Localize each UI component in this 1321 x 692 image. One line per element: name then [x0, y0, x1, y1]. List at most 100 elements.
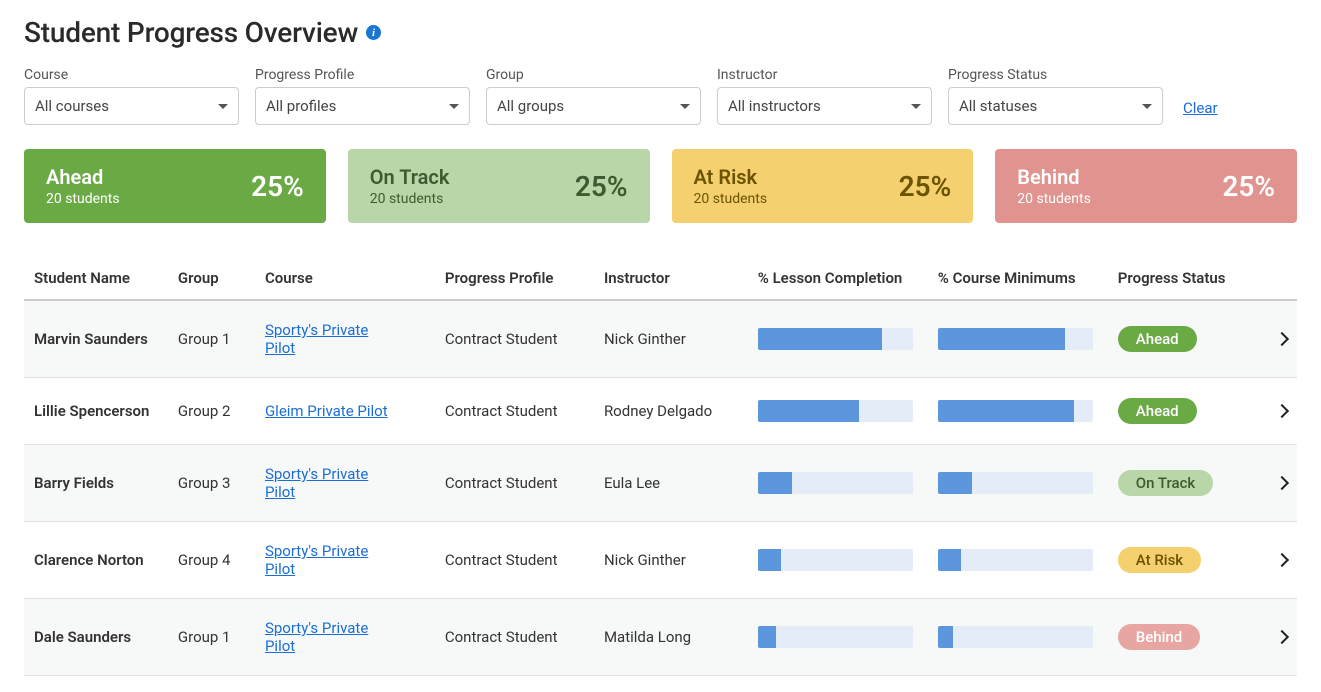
- filter-group-value: All groups: [497, 97, 564, 115]
- filter-instructor-value: All instructors: [728, 97, 821, 115]
- cell-profile: Contract Student: [435, 300, 594, 378]
- chevron-right-icon[interactable]: [1275, 332, 1289, 346]
- table-row[interactable]: Barry FieldsGroup 3 Sporty's Private Pilo…: [24, 445, 1297, 522]
- filter-group-group: Group All groups: [486, 67, 701, 125]
- filter-instructor-select[interactable]: All instructors: [717, 87, 932, 125]
- status-badge: Ahead: [1118, 398, 1197, 424]
- filter-instructor-group: Instructor All instructors: [717, 67, 932, 125]
- chevron-right-icon[interactable]: [1275, 404, 1289, 418]
- filter-instructor-label: Instructor: [717, 67, 932, 83]
- cell-group: Group 1: [168, 300, 255, 378]
- filter-course-value: All courses: [35, 97, 109, 115]
- summary-ontrack-pct: 25%: [575, 170, 628, 203]
- col-instructor[interactable]: Instructor: [594, 257, 748, 300]
- col-minimums[interactable]: % Course Minimums: [928, 257, 1108, 300]
- summary-behind-sub: 20 students: [1017, 191, 1091, 207]
- status-badge: Behind: [1118, 624, 1200, 650]
- cell-student: Dale Saunders: [24, 599, 168, 676]
- col-group[interactable]: Group: [168, 257, 255, 300]
- col-profile[interactable]: Progress Profile: [435, 257, 594, 300]
- minimums-progress-bar: [938, 472, 1093, 494]
- course-link[interactable]: Sporty's Private Pilot: [265, 542, 395, 578]
- filter-group-select[interactable]: All groups: [486, 87, 701, 125]
- summary-card-atrisk[interactable]: At Risk 20 students 25%: [672, 149, 974, 223]
- filter-profile-value: All profiles: [266, 97, 336, 115]
- summary-ahead-sub: 20 students: [46, 191, 120, 207]
- minimums-progress-bar: [938, 400, 1093, 422]
- filter-group-label: Group: [486, 67, 701, 83]
- cell-profile: Contract Student: [435, 522, 594, 599]
- caret-down-icon: [680, 104, 690, 109]
- student-progress-table: Student Name Group Course Progress Profi…: [24, 257, 1297, 676]
- summary-ahead-title: Ahead: [46, 165, 120, 189]
- table-row[interactable]: Dale SaundersGroup 1 Sporty's Private Pil…: [24, 599, 1297, 676]
- filter-status-value: All statuses: [959, 97, 1037, 115]
- cell-student: Marvin Saunders: [24, 300, 168, 378]
- summary-ontrack-title: On Track: [370, 165, 450, 189]
- lesson-progress-bar: [758, 472, 913, 494]
- info-icon[interactable]: i: [366, 25, 381, 40]
- course-link[interactable]: Sporty's Private Pilot: [265, 321, 395, 357]
- course-link[interactable]: Sporty's Private Pilot: [265, 619, 395, 655]
- filter-course-select[interactable]: All courses: [24, 87, 239, 125]
- lesson-progress-bar: [758, 549, 913, 571]
- summary-behind-pct: 25%: [1222, 170, 1275, 203]
- cell-group: Group 2: [168, 378, 255, 445]
- filter-status-group: Progress Status All statuses: [948, 67, 1163, 125]
- caret-down-icon: [1142, 104, 1152, 109]
- filter-profile-group: Progress Profile All profiles: [255, 67, 470, 125]
- clear-filters-link[interactable]: Clear: [1183, 99, 1218, 125]
- chevron-right-icon[interactable]: [1275, 630, 1289, 644]
- cell-instructor: Matilda Long: [594, 599, 748, 676]
- caret-down-icon: [218, 104, 228, 109]
- cell-student: Lillie Spencerson: [24, 378, 168, 445]
- summary-card-ontrack[interactable]: On Track 20 students 25%: [348, 149, 650, 223]
- cell-instructor: Rodney Delgado: [594, 378, 748, 445]
- filter-profile-label: Progress Profile: [255, 67, 470, 83]
- caret-down-icon: [449, 104, 459, 109]
- summary-atrisk-pct: 25%: [899, 170, 952, 203]
- filter-profile-select[interactable]: All profiles: [255, 87, 470, 125]
- lesson-progress-bar: [758, 328, 913, 350]
- page-title: Student Progress Overview: [24, 16, 358, 49]
- cell-instructor: Nick Ginther: [594, 300, 748, 378]
- col-student[interactable]: Student Name: [24, 257, 168, 300]
- cell-instructor: Eula Lee: [594, 445, 748, 522]
- cell-profile: Contract Student: [435, 599, 594, 676]
- col-course[interactable]: Course: [255, 257, 435, 300]
- status-badge: At Risk: [1118, 547, 1201, 573]
- caret-down-icon: [911, 104, 921, 109]
- col-lesson[interactable]: % Lesson Completion: [748, 257, 928, 300]
- cell-group: Group 1: [168, 599, 255, 676]
- chevron-right-icon[interactable]: [1275, 553, 1289, 567]
- table-row[interactable]: Lillie SpencersonGroup 2 Gleim Private Pi…: [24, 378, 1297, 445]
- cell-group: Group 3: [168, 445, 255, 522]
- cell-profile: Contract Student: [435, 378, 594, 445]
- summary-card-ahead[interactable]: Ahead 20 students 25%: [24, 149, 326, 223]
- lesson-progress-bar: [758, 626, 913, 648]
- summary-ahead-pct: 25%: [251, 170, 304, 203]
- cell-student: Barry Fields: [24, 445, 168, 522]
- summary-ontrack-sub: 20 students: [370, 191, 450, 207]
- filters-row: Course All courses Progress Profile All …: [24, 67, 1297, 125]
- table-row[interactable]: Clarence NortonGroup 4Sporty's Private P…: [24, 522, 1297, 599]
- filter-status-select[interactable]: All statuses: [948, 87, 1163, 125]
- table-header-row: Student Name Group Course Progress Profi…: [24, 257, 1297, 300]
- summary-card-behind[interactable]: Behind 20 students 25%: [995, 149, 1297, 223]
- cell-profile: Contract Student: [435, 445, 594, 522]
- cell-group: Group 4: [168, 522, 255, 599]
- summary-cards-row: Ahead 20 students 25% On Track 20 studen…: [24, 149, 1297, 223]
- course-link[interactable]: Gleim Private Pilot: [265, 402, 388, 420]
- course-link[interactable]: Sporty's Private Pilot: [265, 465, 395, 501]
- filter-status-label: Progress Status: [948, 67, 1163, 83]
- lesson-progress-bar: [758, 400, 913, 422]
- filter-course-group: Course All courses: [24, 67, 239, 125]
- cell-instructor: Nick Ginther: [594, 522, 748, 599]
- minimums-progress-bar: [938, 626, 1093, 648]
- chevron-right-icon[interactable]: [1275, 476, 1289, 490]
- page-title-row: Student Progress Overview i: [24, 16, 1297, 49]
- minimums-progress-bar: [938, 549, 1093, 571]
- col-status[interactable]: Progress Status: [1108, 257, 1261, 300]
- summary-behind-title: Behind: [1017, 165, 1091, 189]
- table-row[interactable]: Marvin SaundersGroup 1 Sporty's Private P…: [24, 300, 1297, 378]
